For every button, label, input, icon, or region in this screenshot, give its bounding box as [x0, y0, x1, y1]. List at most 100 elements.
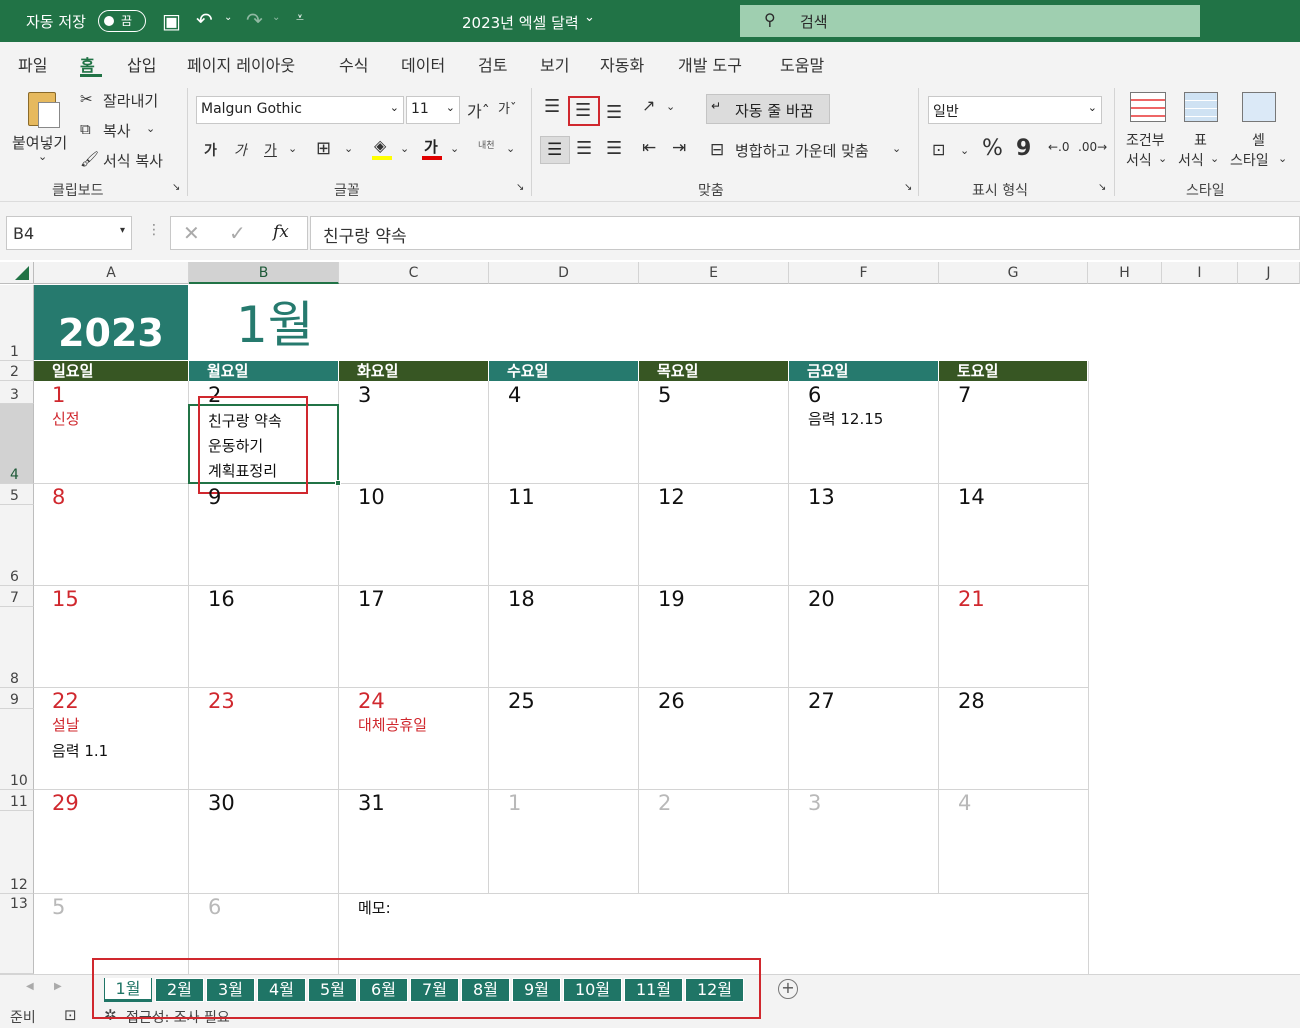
- underline-button[interactable]: 가: [264, 140, 277, 160]
- day-number[interactable]: 11: [508, 485, 535, 509]
- insert-function-button[interactable]: fx: [273, 222, 289, 242]
- tab-help[interactable]: 도움말: [780, 52, 824, 76]
- enter-icon[interactable]: ✓: [229, 221, 246, 245]
- merge-dropdown-icon[interactable]: ⌄: [892, 142, 901, 155]
- increase-decimal-icon[interactable]: ←.0: [1048, 140, 1070, 154]
- day-number[interactable]: 4: [958, 791, 971, 815]
- customize-qat-icon[interactable]: ⩡: [296, 10, 304, 26]
- underline-dropdown-icon[interactable]: ⌄: [288, 142, 297, 155]
- bold-button[interactable]: 가: [204, 140, 217, 160]
- day-number[interactable]: 7: [958, 383, 971, 407]
- merge-center-label[interactable]: 병합하고 가운데 맞춤: [735, 140, 869, 161]
- weekday-header[interactable]: 목요일: [639, 361, 788, 381]
- add-sheet-icon[interactable]: +: [778, 979, 798, 999]
- conditional-format-icon[interactable]: [1130, 92, 1166, 122]
- day-number[interactable]: 1: [52, 383, 65, 407]
- day-number[interactable]: 16: [208, 587, 235, 611]
- fill-color-icon[interactable]: ◈: [374, 136, 386, 155]
- table-format-label-1[interactable]: 표: [1194, 130, 1207, 150]
- row-header-11[interactable]: 11: [0, 790, 34, 811]
- decrease-indent-icon[interactable]: ⇤: [642, 138, 656, 158]
- table-format-label-2[interactable]: 서식: [1178, 150, 1204, 170]
- top-align-icon[interactable]: ☰: [544, 96, 560, 117]
- orientation-icon[interactable]: ↗: [642, 96, 655, 115]
- conditional-format-label-1[interactable]: 조건부: [1126, 130, 1165, 150]
- column-header-j[interactable]: J: [1238, 262, 1300, 284]
- day-number[interactable]: 2: [658, 791, 671, 815]
- conditional-dropdown-icon[interactable]: ⌄: [1158, 152, 1167, 165]
- day-number[interactable]: 6: [208, 895, 221, 919]
- redo-icon[interactable]: ↷: [246, 8, 263, 32]
- day-number[interactable]: 27: [808, 689, 835, 713]
- column-header-a[interactable]: A: [34, 262, 189, 284]
- row-header-4[interactable]: 4: [0, 404, 34, 484]
- day-number[interactable]: 14: [958, 485, 985, 509]
- save-icon[interactable]: ▣: [162, 9, 181, 33]
- decrease-font-size-icon[interactable]: 가ˇ: [498, 98, 516, 117]
- cell-styles-icon[interactable]: [1242, 92, 1276, 122]
- day-number[interactable]: 28: [958, 689, 985, 713]
- cell-styles-label-2[interactable]: 스타일: [1230, 150, 1269, 170]
- day-number[interactable]: 10: [358, 485, 385, 509]
- month-title[interactable]: 1월: [236, 285, 314, 357]
- column-header-g[interactable]: G: [939, 262, 1088, 284]
- row-header-8[interactable]: 8: [0, 607, 34, 688]
- holiday-note[interactable]: 대체공휴일: [358, 714, 427, 735]
- day-number[interactable]: 12: [658, 485, 685, 509]
- cut-label[interactable]: 잘라내기: [103, 90, 158, 111]
- font-color-button[interactable]: 가: [424, 136, 438, 157]
- alignment-launcher-icon[interactable]: ↘: [904, 182, 912, 193]
- day-number[interactable]: 22: [52, 689, 79, 713]
- row-header-3[interactable]: 3: [0, 381, 34, 404]
- align-left-button[interactable]: ☰: [540, 136, 570, 164]
- day-number[interactable]: 17: [358, 587, 385, 611]
- weekday-header[interactable]: 금요일: [789, 361, 938, 381]
- day-number[interactable]: 29: [52, 791, 79, 815]
- column-header-f[interactable]: F: [789, 262, 939, 284]
- orientation-dropdown-icon[interactable]: ⌄: [666, 100, 675, 113]
- column-header-d[interactable]: D: [489, 262, 639, 284]
- paste-dropdown-icon[interactable]: ⌄: [38, 150, 47, 163]
- tab-file[interactable]: 파일: [18, 52, 47, 76]
- tab-automate[interactable]: 자동화: [600, 52, 644, 76]
- row-header-2[interactable]: 2: [0, 361, 34, 381]
- fill-handle[interactable]: [335, 480, 341, 486]
- copy-dropdown-icon[interactable]: ⌄: [146, 122, 155, 135]
- autosave-toggle[interactable]: 끔: [98, 10, 146, 32]
- year-cell[interactable]: 2023: [34, 285, 188, 360]
- tab-review[interactable]: 검토: [478, 52, 507, 76]
- day-number[interactable]: 9: [208, 485, 221, 509]
- tab-data[interactable]: 데이터: [401, 52, 445, 76]
- column-header-i[interactable]: I: [1162, 262, 1238, 284]
- day-number[interactable]: 15: [52, 587, 79, 611]
- row-header-10[interactable]: 10: [0, 709, 34, 790]
- scroll-right-icon[interactable]: ▶: [54, 981, 62, 992]
- select-all-button[interactable]: [0, 262, 34, 284]
- italic-button[interactable]: 가: [234, 140, 247, 160]
- day-number[interactable]: 3: [358, 383, 371, 407]
- tab-view[interactable]: 보기: [540, 52, 569, 76]
- undo-icon[interactable]: ↶: [196, 8, 213, 32]
- weekday-header[interactable]: 수요일: [489, 361, 638, 381]
- cancel-icon[interactable]: ✕: [183, 221, 200, 245]
- tab-insert[interactable]: 삽입: [127, 52, 156, 76]
- column-header-c[interactable]: C: [339, 262, 489, 284]
- holiday-note[interactable]: 설날: [52, 714, 80, 735]
- row-header-12[interactable]: 12: [0, 811, 34, 894]
- day-number[interactable]: 26: [658, 689, 685, 713]
- weekday-header[interactable]: 월요일: [189, 361, 338, 381]
- borders-icon[interactable]: ⊞: [316, 138, 331, 159]
- column-header-b[interactable]: B: [189, 262, 339, 284]
- copy-icon[interactable]: ⧉: [80, 120, 91, 138]
- day-number[interactable]: 31: [358, 791, 385, 815]
- font-size-select[interactable]: 11 ⌄: [406, 96, 460, 124]
- day-number[interactable]: 18: [508, 587, 535, 611]
- day-number[interactable]: 8: [52, 485, 65, 509]
- column-header-e[interactable]: E: [639, 262, 789, 284]
- table-format-icon[interactable]: [1184, 92, 1218, 122]
- day-number[interactable]: 24: [358, 689, 385, 713]
- row-header-13[interactable]: 13: [0, 894, 34, 974]
- holiday-note[interactable]: 신정: [52, 408, 80, 429]
- row-header-6[interactable]: 6: [0, 505, 34, 586]
- decrease-decimal-icon[interactable]: .00→: [1078, 140, 1107, 154]
